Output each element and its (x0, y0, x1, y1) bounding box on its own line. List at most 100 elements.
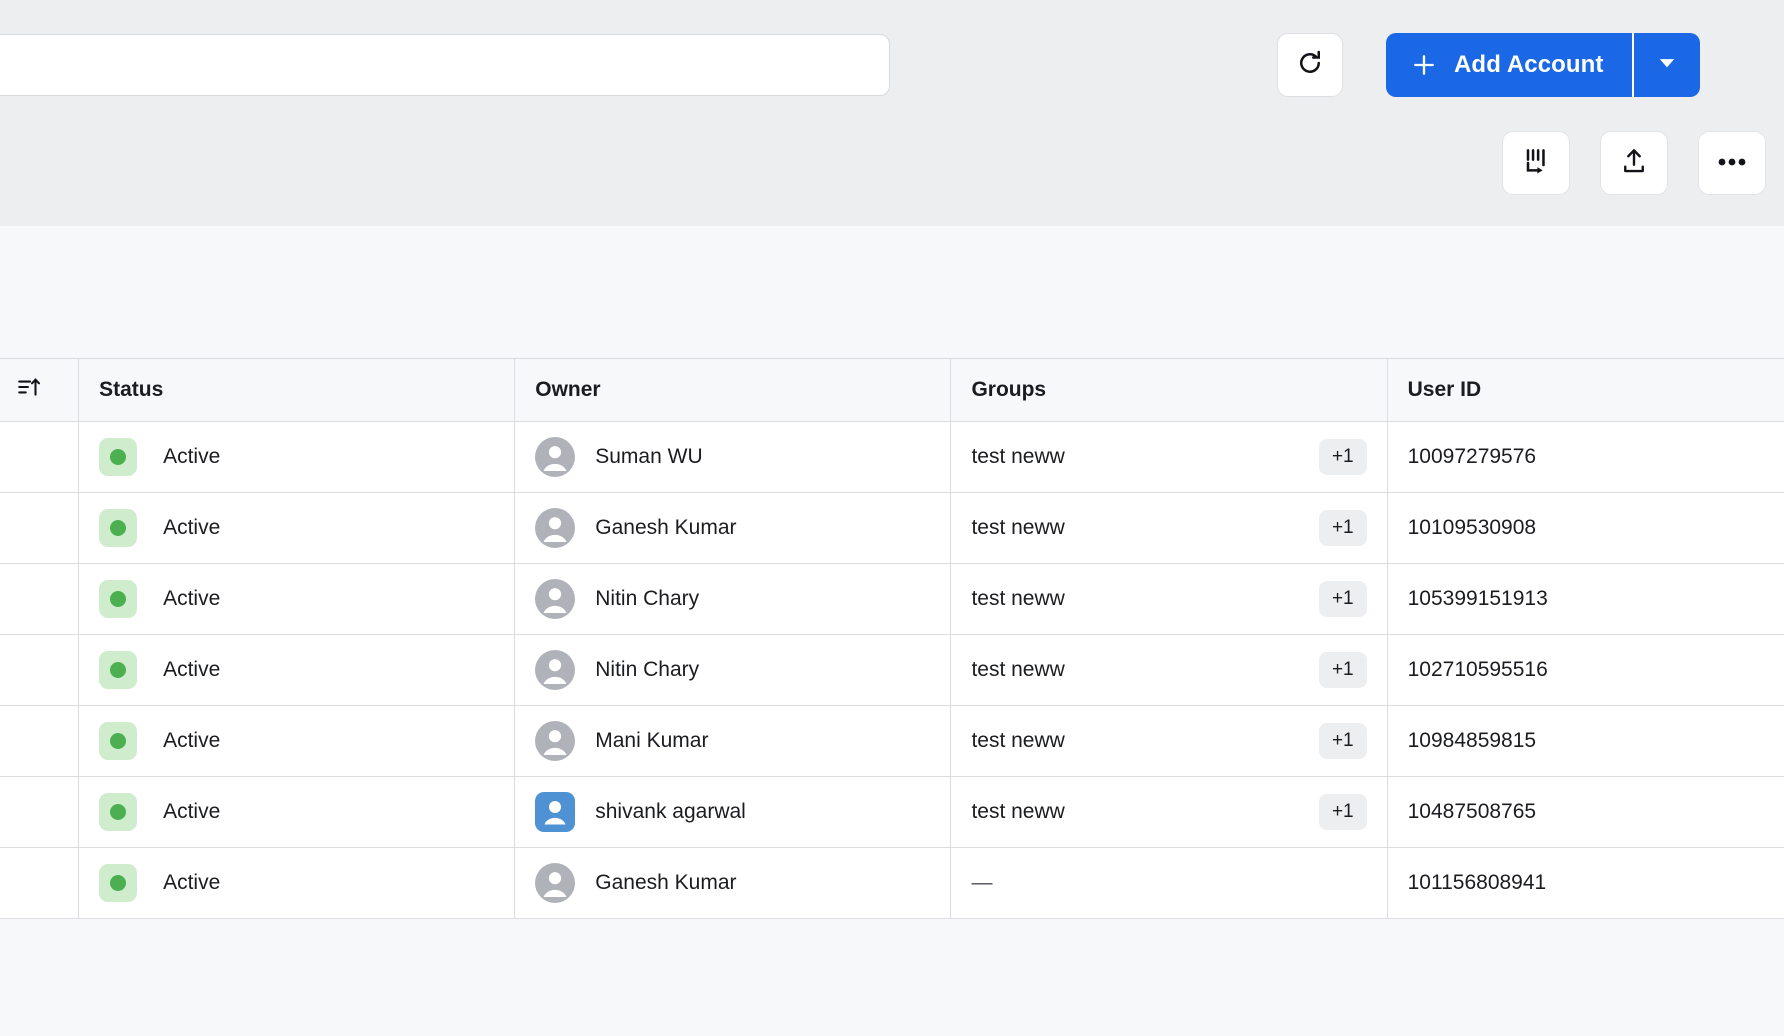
export-button[interactable] (1600, 131, 1668, 195)
avatar (535, 508, 576, 548)
status-label: Active (163, 658, 221, 681)
group-name: test neww (971, 587, 1065, 610)
status-label: Active (163, 800, 221, 823)
row-select-cell[interactable] (0, 848, 80, 918)
owner-name: Suman WU (595, 445, 703, 468)
columns-icon (1520, 145, 1552, 182)
user-id-cell: 101156808941 (1388, 848, 1784, 918)
owner-name: Ganesh Kumar (595, 871, 737, 894)
user-id-cell: 102710595516 (1388, 635, 1784, 705)
group-overflow-chip[interactable]: +1 (1318, 652, 1367, 688)
avatar (535, 792, 576, 832)
status-cell: Active (79, 848, 516, 918)
status-cell: Active (79, 422, 516, 492)
group-name: test neww (971, 729, 1065, 752)
user-id-value: 105399151913 (1407, 587, 1548, 610)
row-select-cell[interactable] (0, 493, 80, 563)
table-row[interactable]: Active Nitin Chary test neww +1 102710595516 (0, 635, 1784, 706)
user-id-value: 10109530908 (1407, 516, 1537, 539)
owner-cell: Nitin Chary (515, 564, 952, 634)
top-toolbar: Add Account (0, 0, 1784, 140)
status-badge (99, 651, 138, 689)
owner-name: Ganesh Kumar (595, 516, 737, 539)
table-row[interactable]: Active shivank agarwal test neww +1 10487508… (0, 777, 1784, 848)
table-row[interactable]: Active Nitin Chary test neww +1 105399151913 (0, 564, 1784, 635)
group-overflow-chip[interactable]: +1 (1318, 723, 1367, 759)
status-badge (99, 580, 138, 618)
status-badge (99, 793, 138, 831)
chevron-down-icon (1656, 52, 1678, 79)
refresh-button[interactable] (1277, 33, 1343, 97)
owner-cell: Ganesh Kumar (515, 493, 952, 563)
status-dot-icon (110, 662, 127, 678)
status-badge (99, 864, 138, 902)
column-header-status[interactable]: Status (79, 359, 516, 421)
table-row[interactable]: Active Mani Kumar test neww +1 10984859815 (0, 706, 1784, 777)
table-row[interactable]: Active Suman WU test neww +1 10097279576 (0, 422, 1784, 493)
user-id-value: 102710595516 (1407, 658, 1548, 681)
group-name: test neww (971, 800, 1065, 823)
column-header-owner[interactable]: Owner (515, 359, 952, 421)
status-cell: Active (79, 564, 516, 634)
avatar (535, 650, 576, 690)
user-id-value: 10487508765 (1407, 800, 1537, 823)
avatar (535, 721, 576, 761)
search-input[interactable] (0, 34, 890, 96)
add-account-button[interactable]: Add Account (1386, 33, 1632, 97)
content-panel: Status Owner Groups User ID Active Suman … (0, 226, 1784, 1036)
column-header-user-id[interactable]: User ID (1388, 359, 1784, 421)
accounts-page: Add Account Status Owner Groups User ID … (0, 0, 1784, 1036)
groups-cell: test neww +1 (951, 706, 1388, 776)
group-overflow-chip[interactable]: +1 (1318, 581, 1367, 617)
status-dot-icon (110, 591, 127, 607)
user-id-cell: 10984859815 (1388, 706, 1784, 776)
status-dot-icon (110, 449, 127, 465)
group-name: test neww (971, 658, 1065, 681)
row-select-cell[interactable] (0, 564, 80, 634)
table-header-row: Status Owner Groups User ID (0, 359, 1784, 422)
group-overflow-chip[interactable]: +1 (1318, 794, 1367, 830)
group-overflow-chip[interactable]: +1 (1318, 439, 1367, 475)
avatar (535, 579, 576, 619)
row-select-cell[interactable] (0, 635, 80, 705)
owner-name: Mani Kumar (595, 729, 709, 752)
column-header-groups[interactable]: Groups (951, 359, 1388, 421)
user-id-cell: 10109530908 (1388, 493, 1784, 563)
sort-button[interactable] (0, 359, 80, 421)
status-dot-icon (110, 804, 127, 820)
user-id-cell: 10097279576 (1388, 422, 1784, 492)
groups-cell: — (951, 848, 1388, 918)
row-select-cell[interactable] (0, 422, 80, 492)
plus-icon (1410, 51, 1438, 79)
row-select-cell[interactable] (0, 706, 80, 776)
groups-cell: test neww +1 (951, 493, 1388, 563)
owner-name: shivank agarwal (595, 800, 746, 823)
add-account-dropdown-button[interactable] (1631, 33, 1700, 97)
secondary-action-bar (1502, 131, 1766, 195)
owner-cell: shivank agarwal (515, 777, 952, 847)
group-overflow-chip[interactable]: +1 (1318, 510, 1367, 546)
more-options-button[interactable] (1698, 131, 1766, 195)
add-account-group: Add Account (1386, 33, 1700, 97)
groups-cell: test neww +1 (951, 777, 1388, 847)
table-row[interactable]: Active Ganesh Kumar — 101156808941 (0, 848, 1784, 919)
table-row[interactable]: Active Ganesh Kumar test neww +1 10109530908 (0, 493, 1784, 564)
groups-cell: test neww +1 (951, 635, 1388, 705)
status-label: Active (163, 729, 221, 752)
status-label: Active (163, 871, 221, 894)
row-select-cell[interactable] (0, 777, 80, 847)
user-id-value: 10097279576 (1407, 445, 1537, 468)
status-label: Active (163, 516, 221, 539)
status-label: Active (163, 445, 221, 468)
upload-icon (1619, 146, 1649, 181)
table-body: Active Suman WU test neww +1 10097279576 Acti… (0, 422, 1784, 919)
columns-button[interactable] (1502, 131, 1570, 195)
status-dot-icon (110, 733, 127, 749)
owner-cell: Nitin Chary (515, 635, 952, 705)
group-name: test neww (971, 516, 1065, 539)
add-account-label: Add Account (1454, 51, 1604, 78)
user-id-cell: 105399151913 (1388, 564, 1784, 634)
owner-name: Nitin Chary (595, 587, 700, 610)
groups-cell: test neww +1 (951, 422, 1388, 492)
status-cell: Active (79, 777, 516, 847)
